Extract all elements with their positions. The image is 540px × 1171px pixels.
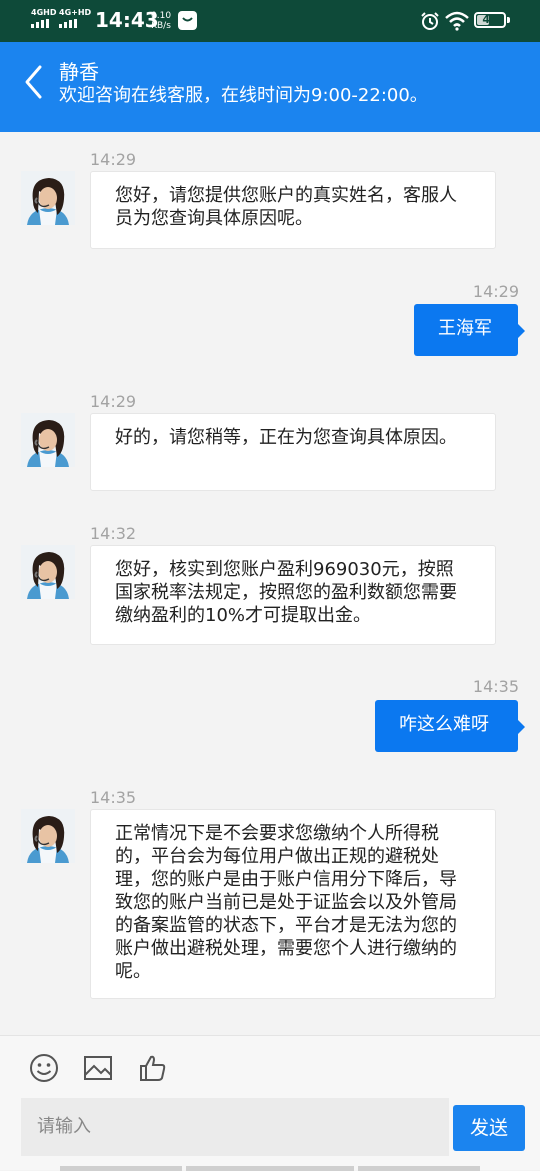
agent-avatar[interactable] [21,171,75,225]
battery-level: 47 [482,13,498,26]
network-type-1: 4GHD [31,8,57,17]
message-timestamp: 14:29 [472,282,519,301]
message-timestamp: 14:32 [90,524,137,543]
message-timestamp: 14:35 [472,677,519,696]
net-speed-value: 0.10 [151,11,172,21]
page-subtitle: 欢迎咨询在线客服，在线时间为9:00-22:00。 [59,85,428,106]
clock: 14:43 [95,8,159,32]
back-button[interactable] [20,62,50,102]
signal-icon [31,19,49,28]
wifi-icon [445,11,469,31]
emoji-icon[interactable] [28,1052,60,1084]
agent-avatar[interactable] [21,545,75,599]
incoming-message-bubble[interactable]: 您好，请您提供您账户的真实姓名，客服人员为您查询具体原因呢。 [90,171,496,249]
message-timestamp: 14:29 [90,150,137,169]
composer: 请输入 发送 [0,1035,540,1171]
message-timestamp: 14:29 [90,392,137,411]
chat-header: 静香 欢迎咨询在线客服，在线时间为9:00-22:00。 [0,42,540,132]
message-input[interactable]: 请输入 [21,1098,449,1156]
outgoing-message-bubble[interactable]: 王海军 [414,304,525,356]
net-speed: 0.10 KB/s [151,11,171,31]
agent-avatar[interactable] [21,809,75,863]
image-icon[interactable] [82,1052,114,1084]
send-button[interactable]: 发送 [453,1105,525,1151]
thumbs-up-icon[interactable] [137,1052,169,1084]
outgoing-message-bubble[interactable]: 咋这么难呀 [375,700,525,752]
message-timestamp: 14:35 [90,788,137,807]
nav-hint-bar-center [186,1166,354,1171]
signal-icon-2 [59,19,77,28]
incoming-message-bubble[interactable]: 您好，核实到您账户盈利969030元，按照国家税率法规定，按照您的盈利数额您需要… [90,545,496,645]
status-bar: 4GHD 4G+HD 14:43 0.10 KB/s 47 [0,0,540,42]
alarm-icon [421,12,439,30]
battery-indicator: 47 [474,12,510,28]
chat-list[interactable]: 14:29 您好，请您提供您账户的真实姓名，客服人员为您查询具体原因呢。 14:2… [0,132,540,1035]
net-speed-unit: KB/s [151,21,171,31]
message-notification-icon [178,11,197,30]
network-type-2: 4G+HD [59,8,92,17]
nav-hint-bar-right [358,1166,480,1171]
incoming-message-bubble[interactable]: 正常情况下是不会要求您缴纳个人所得税的，平台会为每位用户做出正规的避税处理，您的… [90,809,496,999]
battery-nub [507,17,510,23]
nav-hint-bar-left [60,1166,182,1171]
agent-avatar[interactable] [21,413,75,467]
incoming-message-bubble[interactable]: 好的，请您稍等，正在为您查询具体原因。 [90,413,496,491]
